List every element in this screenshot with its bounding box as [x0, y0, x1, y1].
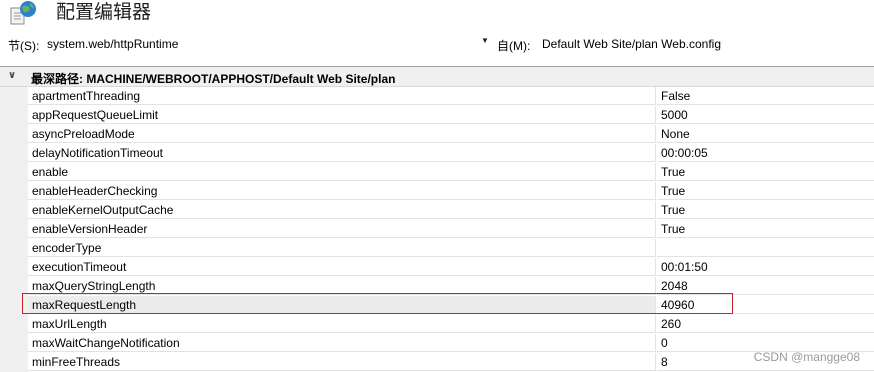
table-row[interactable]: enable True: [0, 163, 874, 182]
property-name: maxQueryStringLength: [28, 277, 656, 295]
property-value[interactable]: 40960: [657, 296, 874, 314]
property-rows: apartmentThreading False appRequestQueue…: [0, 87, 874, 372]
property-name: asyncPreloadMode: [28, 125, 656, 143]
property-value[interactable]: 00:00:05: [657, 144, 874, 162]
table-row[interactable]: apartmentThreading False: [0, 87, 874, 106]
section-value[interactable]: system.web/httpRuntime: [47, 37, 178, 51]
page-title: 配置编辑器: [56, 2, 152, 23]
property-name: apartmentThreading: [28, 87, 656, 105]
group-title: 最深路径: MACHINE/WEBROOT/APPHOST/Default We…: [31, 72, 396, 86]
property-value[interactable]: [657, 239, 874, 257]
collapse-chevron-icon[interactable]: ∨: [8, 70, 16, 81]
from-dropdown[interactable]: Default Web Site/plan Web.config: [542, 37, 721, 51]
section-label: 节(S):: [8, 39, 40, 53]
property-name: maxUrlLength: [28, 315, 656, 333]
from-label: 自(M):: [497, 39, 531, 53]
property-name: maxRequestLength: [28, 296, 656, 314]
config-editor-icon: [8, 0, 38, 26]
property-name: minFreeThreads: [28, 353, 656, 371]
property-value[interactable]: 00:01:50: [657, 258, 874, 276]
property-value[interactable]: False: [657, 87, 874, 105]
property-value[interactable]: 5000: [657, 106, 874, 124]
property-value[interactable]: True: [657, 163, 874, 181]
chevron-down-icon[interactable]: ▼: [481, 36, 489, 45]
table-row[interactable]: enableVersionHeader True: [0, 220, 874, 239]
property-name: maxWaitChangeNotification: [28, 334, 656, 352]
property-value[interactable]: True: [657, 201, 874, 219]
table-row[interactable]: enableKernelOutputCache True: [0, 201, 874, 220]
header: 配置编辑器: [0, 0, 874, 30]
property-name: delayNotificationTimeout: [28, 144, 656, 162]
table-row[interactable]: encoderType: [0, 239, 874, 258]
table-row[interactable]: appRequestQueueLimit 5000: [0, 106, 874, 125]
property-value[interactable]: 2048: [657, 277, 874, 295]
property-value[interactable]: True: [657, 182, 874, 200]
property-name: encoderType: [28, 239, 656, 257]
table-row[interactable]: delayNotificationTimeout 00:00:05: [0, 144, 874, 163]
property-name: appRequestQueueLimit: [28, 106, 656, 124]
table-row[interactable]: executionTimeout 00:01:50: [0, 258, 874, 277]
watermark: CSDN @mangge08: [753, 350, 860, 364]
group-header[interactable]: ∨ 最深路径: MACHINE/WEBROOT/APPHOST/Default …: [0, 67, 874, 87]
property-grid: ∨ 最深路径: MACHINE/WEBROOT/APPHOST/Default …: [0, 66, 874, 372]
table-row[interactable]: maxQueryStringLength 2048: [0, 277, 874, 296]
property-name: enableKernelOutputCache: [28, 201, 656, 219]
property-name: enable: [28, 163, 656, 181]
config-editor-page: 配置编辑器 节(S): system.web/httpRuntime ▼ 自(M…: [0, 0, 874, 372]
toolbar: 节(S): system.web/httpRuntime ▼ 自(M): Def…: [0, 32, 874, 56]
table-row[interactable]: maxWaitChangeNotification 0: [0, 334, 874, 353]
property-value[interactable]: None: [657, 125, 874, 143]
table-row[interactable]: minFreeThreads 8: [0, 353, 874, 372]
property-value[interactable]: 260: [657, 315, 874, 333]
property-name: enableHeaderChecking: [28, 182, 656, 200]
property-name: enableVersionHeader: [28, 220, 656, 238]
table-row[interactable]: asyncPreloadMode None: [0, 125, 874, 144]
table-row[interactable]: enableHeaderChecking True: [0, 182, 874, 201]
table-row[interactable]: maxUrlLength 260: [0, 315, 874, 334]
property-name: executionTimeout: [28, 258, 656, 276]
table-row-selected[interactable]: maxRequestLength 40960: [0, 296, 874, 315]
property-value[interactable]: True: [657, 220, 874, 238]
